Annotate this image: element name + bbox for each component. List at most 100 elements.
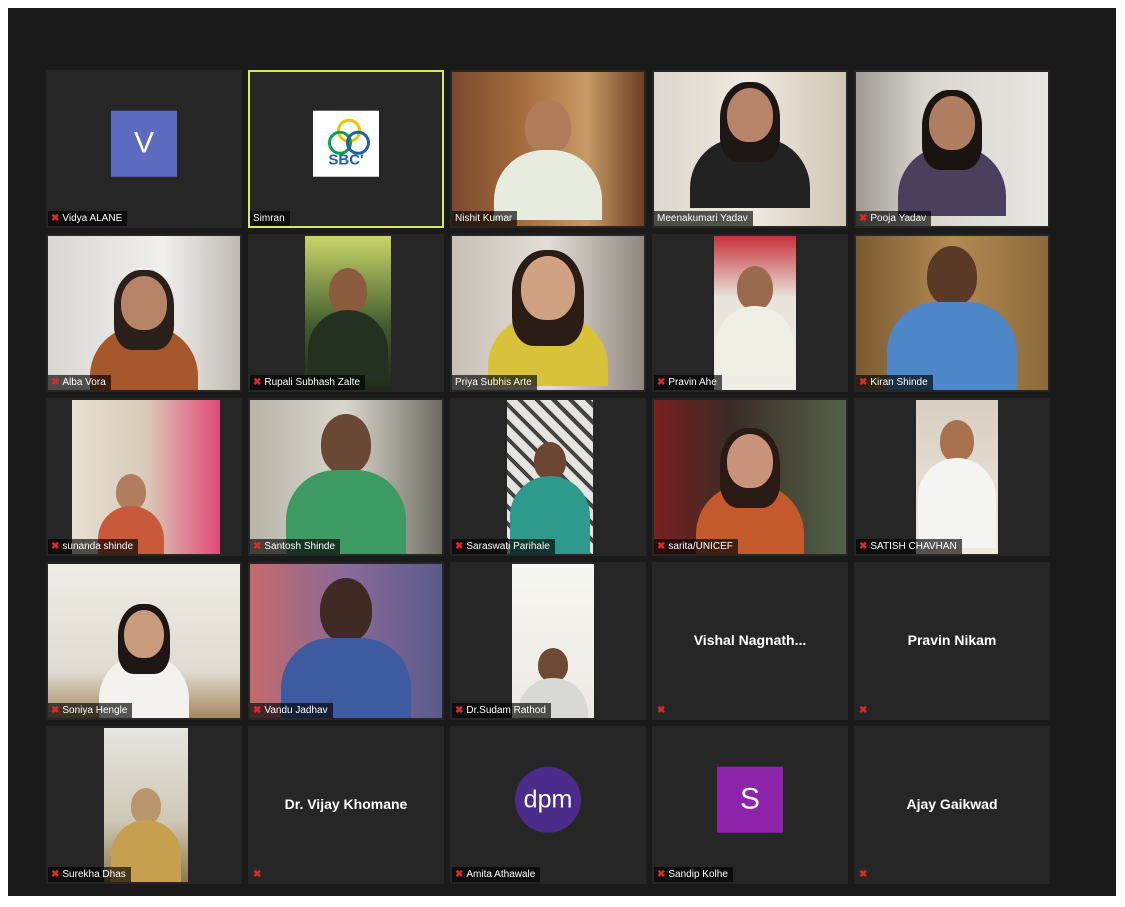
video-feed: [512, 564, 594, 718]
mic-muted-icon: ✖: [657, 541, 666, 552]
participant-tile[interactable]: ✖ Rupali Subhash Zalte: [248, 234, 444, 392]
participant-name-bar: ✖ Vidya ALANE: [48, 211, 128, 226]
video-feed: [654, 400, 846, 554]
participant-name: sarita/UNICEF: [668, 541, 733, 552]
participant-name-bar: ✖ Soniya Hengle: [48, 703, 133, 718]
sbc-logo: SBC': [313, 110, 379, 177]
mic-muted-icon: ✖: [253, 869, 262, 880]
participant-name-bar: ✖ Saraswati Parihale: [452, 539, 555, 554]
meeting-window: V ✖ Vidya ALANE SBC' Simran Nishit Kumar…: [8, 8, 1116, 896]
mic-muted-icon: ✖: [859, 377, 868, 388]
participant-tile[interactable]: ✖ Alba Vora: [46, 234, 242, 392]
mic-muted-icon: ✖: [455, 541, 464, 552]
participant-name-bar: ✖ Sandip Kolhe: [654, 867, 733, 882]
video-feed: [72, 400, 220, 554]
participant-name-bar: ✖ Amita Athawale: [452, 867, 541, 882]
participant-display-name: Vishal Nagnath...: [693, 632, 807, 648]
video-feed: [856, 236, 1048, 390]
participant-tile[interactable]: ✖ sarita/UNICEF: [652, 398, 848, 556]
video-feed: [250, 400, 442, 554]
participant-tile[interactable]: ✖ Saraswati Parihale: [450, 398, 646, 556]
mic-muted-icon: ✖: [859, 869, 868, 880]
participant-tile[interactable]: ✖ Surekha Dhas: [46, 726, 242, 884]
video-feed: [104, 728, 188, 882]
participant-name-bar: ✖ sunanda shinde: [48, 539, 139, 554]
mic-muted-icon: ✖: [859, 213, 868, 224]
participant-name-bar: ✖ Alba Vora: [48, 375, 111, 390]
participant-name-bar: ✖: [856, 703, 872, 718]
participant-name-bar: ✖ Pooja Yadav: [856, 211, 932, 226]
participant-tile[interactable]: ✖ Vandu Jadhav: [248, 562, 444, 720]
participant-name-bar: ✖: [856, 867, 872, 882]
participant-tile[interactable]: Dr. Vijay Khomane ✖: [248, 726, 444, 884]
avatar: V: [111, 110, 177, 177]
participant-name: Pravin Ahe: [668, 377, 717, 388]
participant-tile[interactable]: ✖ Pooja Yadav: [854, 70, 1050, 228]
video-feed: [507, 400, 593, 554]
avatar: S: [717, 766, 783, 833]
participant-tile[interactable]: Meenakumari Yadav: [652, 70, 848, 228]
participant-name-bar: ✖ Santosh Shinde: [250, 539, 341, 554]
participant-name-bar: ✖ Rupali Subhash Zalte: [250, 375, 366, 390]
participant-name: Sandip Kolhe: [668, 869, 728, 880]
participant-tile-active-speaker[interactable]: SBC' Simran: [248, 70, 444, 228]
participant-display-name: Dr. Vijay Khomane: [284, 796, 408, 812]
participant-tile[interactable]: V ✖ Vidya ALANE: [46, 70, 242, 228]
participant-name-bar: ✖ Surekha Dhas: [48, 867, 131, 882]
video-feed: [305, 236, 391, 390]
participant-tile[interactable]: Ajay Gaikwad ✖: [854, 726, 1050, 884]
mic-muted-icon: ✖: [455, 869, 464, 880]
video-feed: [654, 72, 846, 226]
participant-name-bar: ✖ SATISH CHAVHAN: [856, 539, 962, 554]
participant-name-bar: ✖ Kiran Shinde: [856, 375, 933, 390]
participant-tile[interactable]: Nishit Kumar: [450, 70, 646, 228]
participant-tile[interactable]: Pravin Nikam ✖: [854, 562, 1050, 720]
participant-name: Surekha Dhas: [62, 869, 126, 880]
participant-tile[interactable]: Priya Subhis Arte: [450, 234, 646, 392]
mic-muted-icon: ✖: [51, 869, 60, 880]
participant-tile[interactable]: ✖ SATISH CHAVHAN: [854, 398, 1050, 556]
participant-name: Santosh Shinde: [264, 541, 336, 552]
mic-muted-icon: ✖: [657, 705, 666, 716]
participant-name: Soniya Hengle: [62, 705, 128, 716]
participant-name-bar: Meenakumari Yadav: [654, 211, 753, 226]
participant-name: SATISH CHAVHAN: [870, 541, 957, 552]
participant-name: Meenakumari Yadav: [657, 213, 748, 224]
participant-tile[interactable]: dpm ✖ Amita Athawale: [450, 726, 646, 884]
video-feed: [714, 236, 796, 390]
mic-muted-icon: ✖: [657, 869, 666, 880]
participant-tile[interactable]: ✖ Pravin Ahe: [652, 234, 848, 392]
mic-muted-icon: ✖: [51, 213, 60, 224]
video-feed: [48, 564, 240, 718]
video-feed: [452, 236, 644, 390]
participant-tile[interactable]: ✖ Kiran Shinde: [854, 234, 1050, 392]
participant-name: Dr.Sudam Rathod: [466, 705, 546, 716]
participant-name: Alba Vora: [62, 377, 106, 388]
mic-muted-icon: ✖: [51, 705, 60, 716]
participant-name: Amita Athawale: [466, 869, 536, 880]
participant-name: Rupali Subhash Zalte: [264, 377, 361, 388]
participant-display-name: Ajay Gaikwad: [906, 796, 998, 812]
video-feed: [452, 72, 644, 226]
participant-tile[interactable]: ✖ Dr.Sudam Rathod: [450, 562, 646, 720]
participant-name: Vidya ALANE: [62, 213, 123, 224]
participant-name: Simran: [253, 213, 285, 224]
participant-tile[interactable]: Vishal Nagnath... ✖: [652, 562, 848, 720]
mic-muted-icon: ✖: [859, 705, 868, 716]
participant-name-bar: Priya Subhis Arte: [452, 375, 537, 390]
participant-name: Kiran Shinde: [870, 377, 928, 388]
participant-name: Saraswati Parihale: [466, 541, 550, 552]
video-feed: [856, 72, 1048, 226]
participant-name: Vandu Jadhav: [264, 705, 328, 716]
participant-tile[interactable]: ✖ Soniya Hengle: [46, 562, 242, 720]
mic-muted-icon: ✖: [253, 541, 262, 552]
participant-tile[interactable]: ✖ sunanda shinde: [46, 398, 242, 556]
mic-muted-icon: ✖: [51, 541, 60, 552]
participant-name: Nishit Kumar: [455, 213, 513, 224]
participant-tile[interactable]: S ✖ Sandip Kolhe: [652, 726, 848, 884]
participant-display-name: Pravin Nikam: [907, 632, 997, 648]
participant-name-bar: ✖ Pravin Ahe: [654, 375, 722, 390]
participant-name-bar: ✖ sarita/UNICEF: [654, 539, 738, 554]
participant-tile[interactable]: ✖ Santosh Shinde: [248, 398, 444, 556]
video-feed: [916, 400, 998, 554]
